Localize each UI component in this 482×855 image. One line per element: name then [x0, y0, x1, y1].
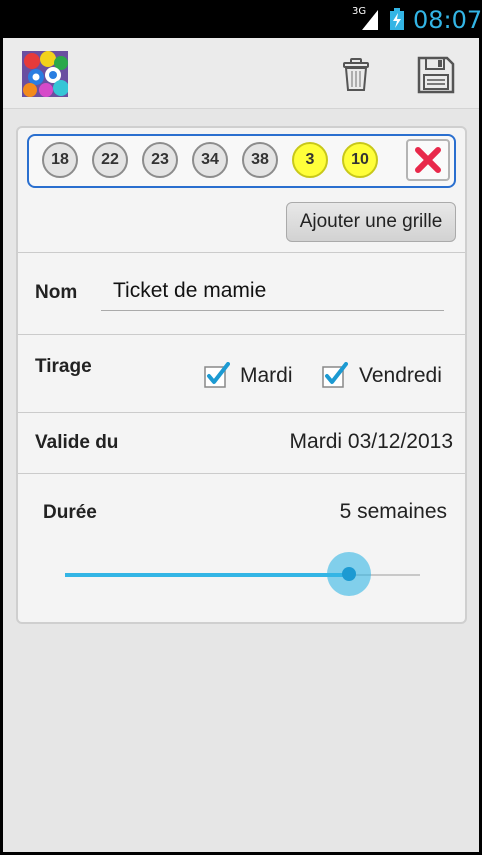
number-ball: 18 — [42, 142, 78, 178]
close-icon — [415, 147, 441, 173]
duration-value: 5 semaines — [339, 500, 447, 523]
status-bar: 3G 08:07 — [0, 0, 482, 38]
number-ball: 23 — [142, 142, 178, 178]
trash-icon — [343, 58, 369, 91]
duration-slider-thumb[interactable] — [342, 567, 356, 581]
friday-checkbox[interactable] — [322, 362, 348, 388]
star-ball: 3 — [292, 142, 328, 178]
screen: 18 22 23 34 38 3 10 Ajouter une grille N… — [3, 38, 479, 852]
ticket-card: 18 22 23 34 38 3 10 Ajouter une grille N… — [16, 126, 467, 624]
divider — [18, 473, 465, 474]
save-icon — [417, 56, 455, 94]
delete-grid-button[interactable] — [406, 139, 450, 181]
number-ball: 34 — [192, 142, 228, 178]
tuesday-label[interactable]: Mardi — [240, 364, 293, 388]
draw-label: Tirage — [35, 356, 92, 377]
clock: 08:07 — [413, 6, 482, 34]
lottery-balls-icon[interactable] — [22, 51, 68, 97]
duration-slider-progress — [65, 573, 348, 577]
delete-ticket-button[interactable] — [333, 52, 379, 98]
valid-from-date[interactable]: Mardi 03/12/2013 — [290, 430, 453, 454]
battery-charging-icon — [390, 8, 404, 30]
friday-label[interactable]: Vendredi — [359, 364, 442, 388]
save-button[interactable] — [413, 52, 459, 98]
name-label: Nom — [35, 282, 78, 303]
tuesday-checkbox[interactable] — [204, 362, 230, 388]
valid-from-label: Valide du — [35, 432, 119, 453]
divider — [18, 412, 465, 413]
action-bar — [3, 38, 479, 109]
number-ball: 38 — [242, 142, 278, 178]
add-grid-button[interactable]: Ajouter une grille — [286, 202, 456, 242]
name-input[interactable]: Ticket de mamie — [101, 271, 444, 311]
divider — [18, 252, 465, 253]
signal-icon — [362, 10, 378, 30]
grid-row[interactable]: 18 22 23 34 38 3 10 — [27, 134, 456, 188]
star-ball: 10 — [342, 142, 378, 178]
divider — [18, 334, 465, 335]
duration-label: Durée — [43, 502, 97, 523]
number-ball: 22 — [92, 142, 128, 178]
